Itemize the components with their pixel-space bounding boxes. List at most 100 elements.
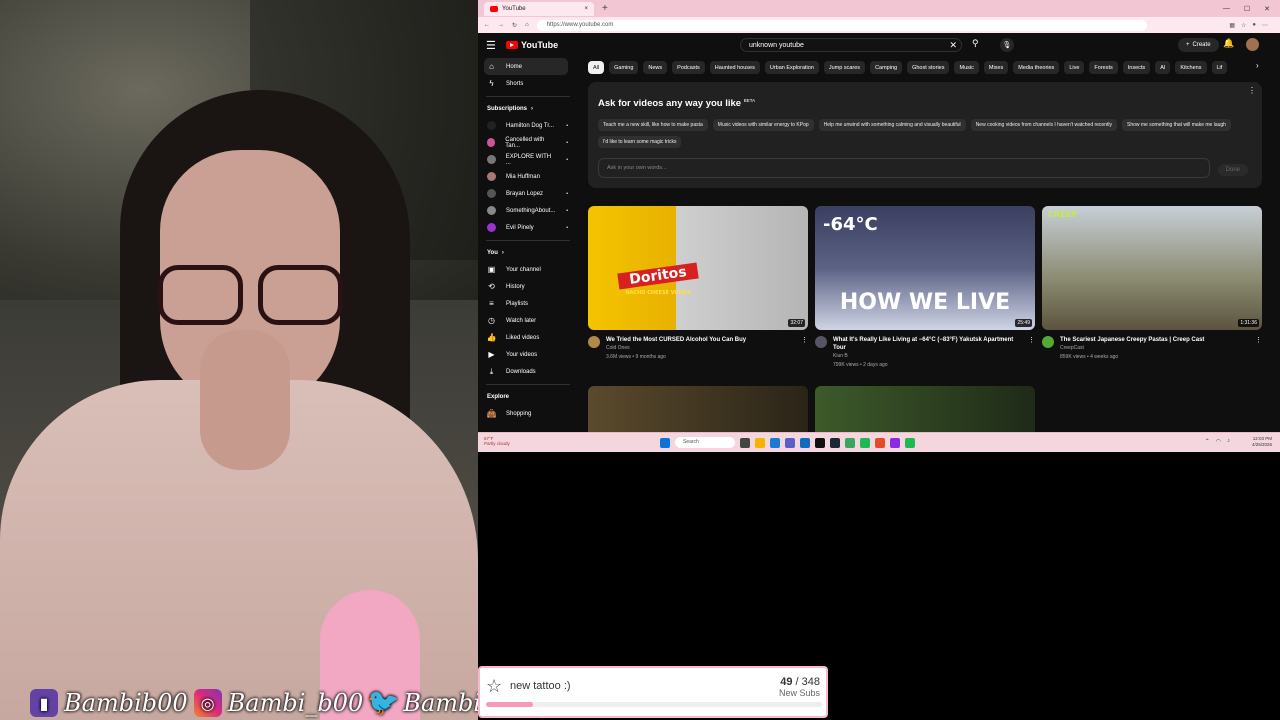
chip-5[interactable]: Urban Exploration: [764, 61, 819, 74]
chip-10[interactable]: Mixes: [983, 61, 1009, 74]
subscription-item[interactable]: Cancelled with Tan... •: [478, 134, 578, 151]
home-icon[interactable]: ⌂: [525, 22, 529, 28]
video-thumbnail[interactable]: Doritos NACHO CHEESE VODKA 32:07: [588, 206, 808, 330]
maximize-icon[interactable]: ☐: [1244, 5, 1250, 13]
volume-icon[interactable]: ♪: [1227, 438, 1230, 445]
taskbar-search[interactable]: Search: [675, 437, 735, 448]
subscription-item[interactable]: Evil Pinely •: [478, 219, 578, 236]
subscription-item[interactable]: Mia Huffman: [478, 168, 578, 185]
clock[interactable]: 12:03 PM 4/25/2026: [1252, 436, 1272, 448]
search-input[interactable]: unknown youtube ✕: [740, 38, 962, 52]
chip-8[interactable]: Ghost stories: [907, 61, 950, 74]
sidebar-item-shorts[interactable]: ϟ Shorts: [478, 75, 578, 92]
tiktok-icon[interactable]: [815, 437, 825, 448]
video-title[interactable]: What It's Really Like Living at −64°C (−…: [833, 336, 1022, 352]
chip-3[interactable]: Podcasts: [672, 61, 705, 74]
chip-12[interactable]: Live: [1064, 61, 1085, 74]
create-button[interactable]: + Create: [1178, 38, 1219, 52]
chip-14[interactable]: Insects: [1122, 61, 1151, 74]
video-thumbnail[interactable]: [588, 386, 808, 432]
video-menu-icon[interactable]: ⋮: [801, 336, 808, 362]
suggestion-chip[interactable]: Music videos with similar energy to KPop: [712, 119, 814, 131]
channel-name[interactable]: Cold Ones: [606, 344, 795, 353]
back-icon[interactable]: ←: [484, 22, 490, 28]
done-button[interactable]: Done: [1217, 164, 1248, 176]
chip-0[interactable]: All: [588, 61, 605, 74]
sidebar-item-history[interactable]: ⟲ History: [478, 278, 578, 295]
sidebar-item-your-videos[interactable]: ▶ Your videos: [478, 346, 578, 363]
video-card[interactable]: Doritos NACHO CHEESE VODKA 32:07 We Trie…: [588, 206, 808, 362]
suggestion-chip[interactable]: Help me unwind with something calming an…: [818, 119, 966, 131]
hamburger-menu-icon[interactable]: ☰: [486, 39, 506, 52]
edge-icon[interactable]: [770, 437, 780, 448]
notifications-icon[interactable]: 🔔: [1223, 38, 1234, 49]
menu-dots-icon[interactable]: ⋯: [1262, 22, 1268, 29]
video-menu-icon[interactable]: ⋮: [1028, 336, 1035, 370]
forward-icon[interactable]: →: [498, 22, 504, 28]
favorite-icon[interactable]: ☆: [1241, 22, 1246, 29]
browser-tab[interactable]: YouTube ×: [484, 1, 594, 16]
channel-avatar[interactable]: [1042, 336, 1054, 348]
more-options-icon[interactable]: ⋮: [1248, 86, 1256, 95]
spotify-icon[interactable]: [860, 437, 870, 448]
sidebar-item-home[interactable]: ⌂ Home: [484, 58, 568, 75]
sidebar-item-watch-later[interactable]: ◷ Watch later: [478, 312, 578, 329]
subscription-item[interactable]: EXPLORE WITH ... •: [478, 151, 578, 168]
video-title[interactable]: We Tried the Most CURSED Alcohol You Can…: [606, 336, 795, 344]
file-explorer-icon[interactable]: [755, 437, 765, 448]
subscription-item[interactable]: Hamilton Dog Tr... •: [478, 117, 578, 134]
youtube-logo[interactable]: YouTube: [506, 40, 558, 50]
app-icon[interactable]: [890, 437, 900, 448]
chip-15[interactable]: AI: [1155, 61, 1171, 74]
suggestion-chip[interactable]: I'd like to learn some magic tricks: [598, 136, 682, 148]
windows-start-icon[interactable]: [660, 437, 670, 448]
chip-4[interactable]: Haunted houses: [709, 61, 760, 74]
channel-avatar[interactable]: [815, 336, 827, 348]
chip-1[interactable]: Gaming: [609, 61, 639, 74]
spotify-icon[interactable]: [905, 437, 915, 448]
profile-icon[interactable]: ●: [1252, 22, 1256, 29]
chevron-right-icon[interactable]: ›: [1256, 61, 1259, 70]
channel-name[interactable]: Kiun B: [833, 352, 1022, 361]
minimize-icon[interactable]: —: [1223, 5, 1230, 13]
app-icon[interactable]: [845, 437, 855, 448]
reload-icon[interactable]: ↻: [512, 22, 517, 29]
video-title[interactable]: The Scariest Japanese Creepy Pastas | Cr…: [1060, 336, 1249, 344]
sidebar-item-shopping[interactable]: 👜 Shopping: [478, 405, 578, 422]
clear-search-icon[interactable]: ✕: [949, 40, 957, 51]
microphone-icon[interactable]: 🎙: [1000, 38, 1014, 52]
extensions-icon[interactable]: ▦: [1229, 22, 1235, 29]
chip-17[interactable]: Lif: [1211, 61, 1228, 74]
steam-icon[interactable]: [830, 437, 840, 448]
you-header[interactable]: You ›: [478, 245, 578, 261]
teams-icon[interactable]: [785, 437, 795, 448]
subscription-item[interactable]: SomethingAbout... •: [478, 202, 578, 219]
new-tab-button[interactable]: +: [602, 3, 608, 14]
outlook-icon[interactable]: [800, 437, 810, 448]
chevron-up-icon[interactable]: ⌃: [1205, 438, 1210, 445]
wifi-icon[interactable]: ◠: [1216, 438, 1221, 445]
account-avatar[interactable]: [1246, 38, 1259, 51]
chip-2[interactable]: News: [643, 61, 668, 74]
suggestion-chip[interactable]: Show me something that will make me laug…: [1122, 119, 1231, 131]
subscriptions-header[interactable]: Subscriptions ›: [478, 101, 578, 117]
chip-7[interactable]: Camping: [870, 61, 903, 74]
chip-11[interactable]: Media theories: [1013, 61, 1060, 74]
task-view-icon[interactable]: [740, 437, 750, 448]
url-field[interactable]: https://www.youtube.com: [536, 19, 1147, 31]
sidebar-item-liked-videos[interactable]: 👍 Liked videos: [478, 329, 578, 346]
ask-input[interactable]: Ask in your own words...: [598, 158, 1210, 178]
chip-16[interactable]: Kitchens: [1175, 61, 1207, 74]
subscription-item[interactable]: Brayan Lopez •: [478, 185, 578, 202]
channel-avatar[interactable]: [588, 336, 600, 348]
sidebar-item-downloads[interactable]: ⤓ Downloads: [478, 363, 578, 380]
video-card[interactable]: CREEP 1:31:36 The Scariest Japanese Cree…: [1042, 206, 1262, 362]
video-thumbnail[interactable]: -64°C HOW WE LIVE 25:49: [815, 206, 1035, 330]
video-thumbnail[interactable]: CREEP 1:31:36: [1042, 206, 1262, 330]
close-tab-icon[interactable]: ×: [584, 6, 588, 12]
chrome-icon[interactable]: [875, 437, 885, 448]
sidebar-item-playlists[interactable]: ≡ Playlists: [478, 295, 578, 312]
suggestion-chip[interactable]: Teach me a new skill, like how to make p…: [598, 119, 708, 131]
video-menu-icon[interactable]: ⋮: [1255, 336, 1262, 362]
channel-name[interactable]: CreepCast: [1060, 344, 1249, 353]
